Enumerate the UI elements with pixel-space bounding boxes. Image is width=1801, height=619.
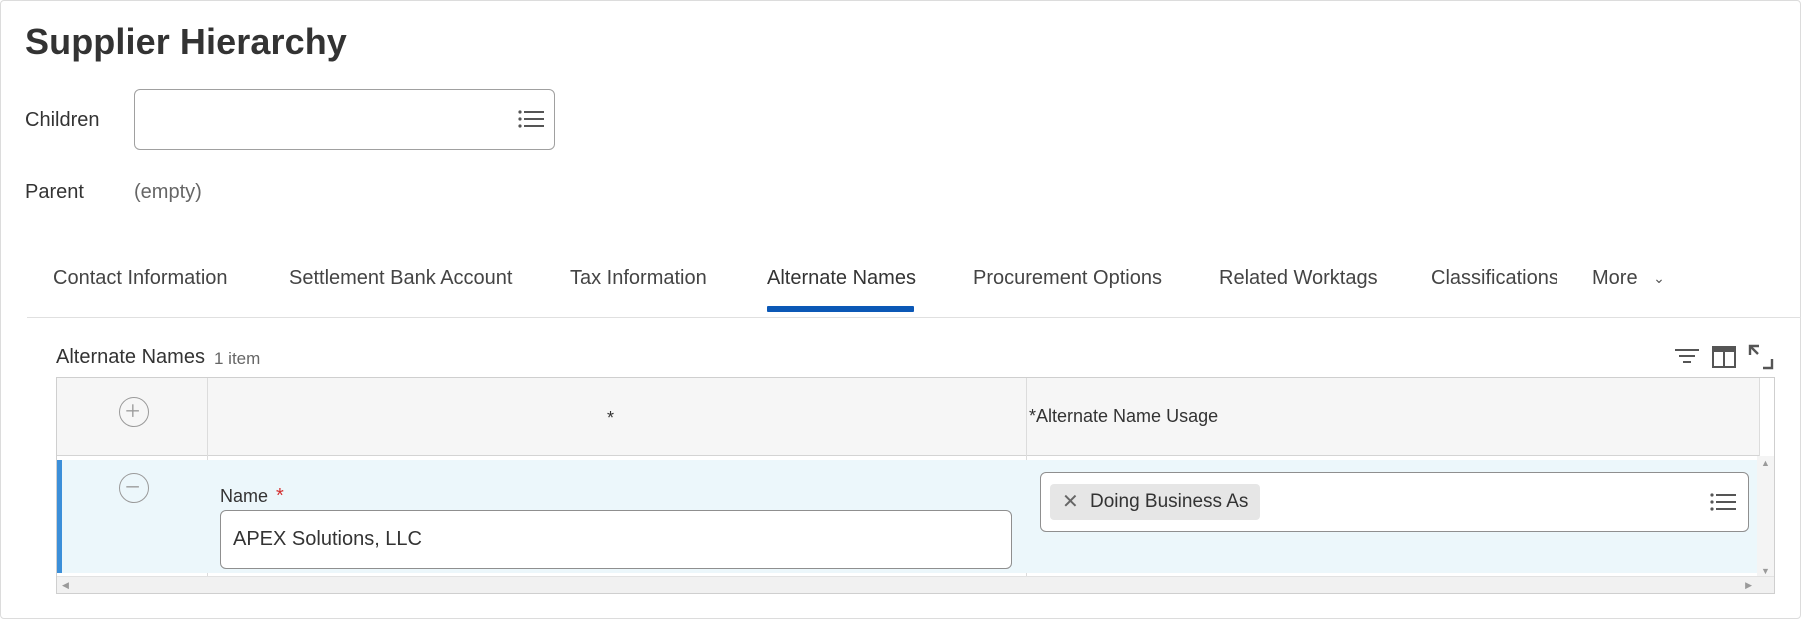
- plus-circle-icon[interactable]: [119, 397, 149, 427]
- tab-procurement-options[interactable]: Procurement Options: [973, 267, 1162, 290]
- minus-circle-icon[interactable]: [119, 473, 149, 503]
- name-column-header[interactable]: *: [607, 408, 614, 429]
- scroll-left-icon[interactable]: ◀: [62, 580, 69, 591]
- supplier-hierarchy-page: Supplier Hierarchy Children Parent (empt…: [0, 0, 1801, 619]
- scroll-down-icon[interactable]: ▼: [1761, 566, 1770, 576]
- list-icon[interactable]: [1710, 492, 1736, 512]
- scroll-up-icon[interactable]: ▲: [1761, 458, 1770, 468]
- selected-usage-label: Doing Business As: [1090, 491, 1249, 512]
- tab-settlement-bank-account[interactable]: Settlement Bank Account: [289, 267, 512, 290]
- required-marker: *: [276, 485, 284, 507]
- parent-value: (empty): [134, 181, 202, 203]
- active-tab-indicator: [767, 306, 914, 312]
- columns-icon[interactable]: [1710, 343, 1738, 371]
- grid-header: * *Alternate Name Usage: [57, 378, 1759, 456]
- chevron-down-icon: ⌄: [1653, 270, 1665, 287]
- tab-more[interactable]: More ⌄: [1592, 267, 1665, 290]
- expand-icon[interactable]: [1747, 343, 1775, 371]
- horizontal-scrollbar[interactable]: ◀ ▶: [57, 576, 1774, 593]
- selected-usage-pill: ✕ Doing Business As: [1050, 484, 1261, 520]
- usage-column-header[interactable]: *Alternate Name Usage: [1029, 406, 1218, 427]
- parent-label: Parent: [25, 181, 84, 203]
- list-icon[interactable]: [518, 109, 544, 129]
- alternate-name-usage-input[interactable]: ✕ Doing Business As: [1040, 472, 1749, 532]
- children-prompt-input[interactable]: [134, 89, 555, 150]
- filter-icon[interactable]: [1673, 343, 1701, 371]
- tab-more-label: More: [1592, 267, 1638, 289]
- alternate-names-grid: * *Alternate Name Usage Name * ✕ Doing Bu…: [56, 377, 1775, 594]
- tab-tax-information[interactable]: Tax Information: [570, 267, 707, 290]
- tab-related-worktags[interactable]: Related Worktags: [1219, 267, 1378, 290]
- name-field-label: Name *: [220, 485, 284, 508]
- tab-bar: Contact Information Settlement Bank Acco…: [27, 251, 1801, 318]
- scroll-right-icon[interactable]: ▶: [1745, 580, 1752, 591]
- tab-contact-information[interactable]: Contact Information: [53, 267, 228, 290]
- grid-title: Alternate Names: [56, 346, 205, 368]
- name-label-text: Name: [220, 486, 269, 506]
- children-label: Children: [25, 109, 100, 131]
- tab-alternate-names[interactable]: Alternate Names: [767, 267, 916, 290]
- close-icon[interactable]: ✕: [1062, 484, 1079, 520]
- page-title: Supplier Hierarchy: [25, 21, 347, 62]
- column-divider: [1759, 378, 1760, 456]
- vertical-scrollbar[interactable]: ▲ ▼: [1757, 456, 1774, 578]
- table-row: Name * ✕ Doing Business As: [57, 460, 1759, 573]
- name-input[interactable]: [220, 510, 1012, 569]
- tab-classifications[interactable]: Classifications: [1431, 267, 1557, 290]
- grid-item-count: 1 item: [214, 349, 261, 368]
